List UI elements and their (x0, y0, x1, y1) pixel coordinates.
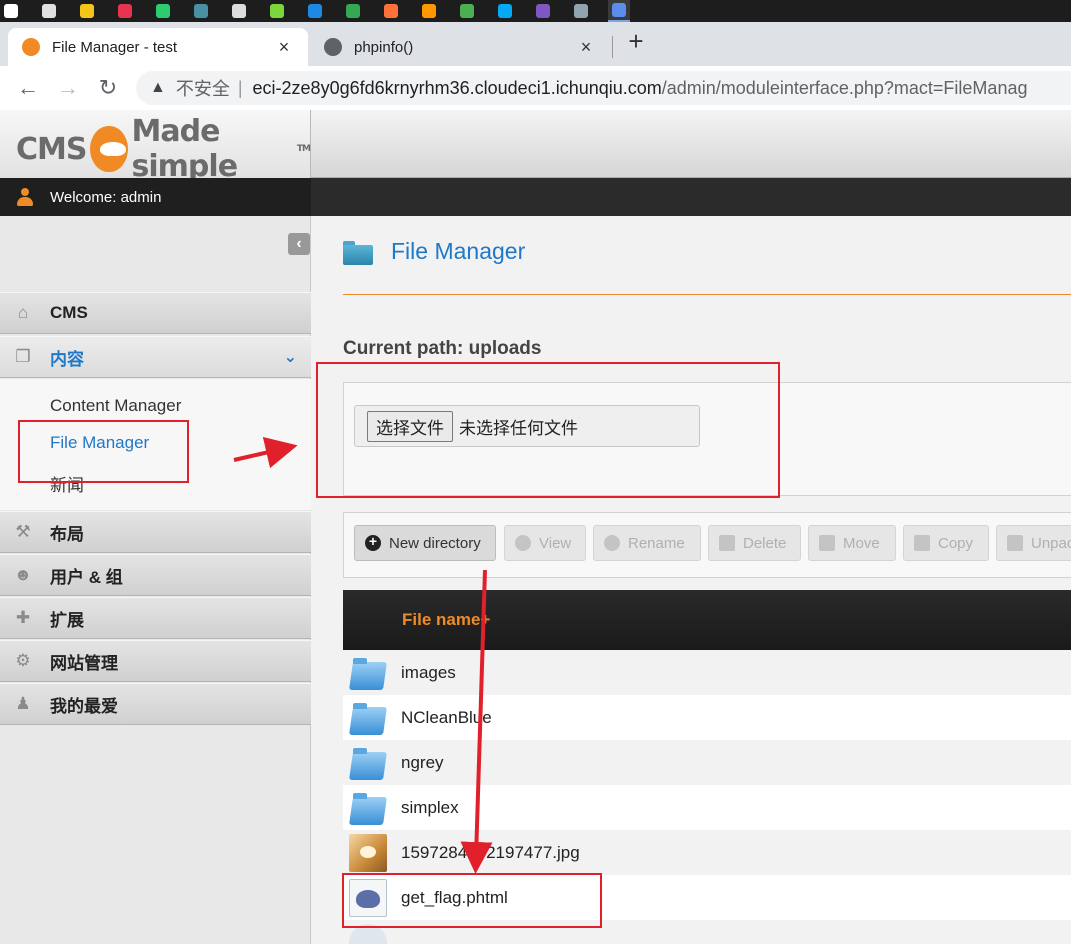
annotation-arrow-right (233, 436, 298, 469)
annotation-arrows (233, 436, 493, 874)
annotation-arrow-down (460, 569, 493, 874)
